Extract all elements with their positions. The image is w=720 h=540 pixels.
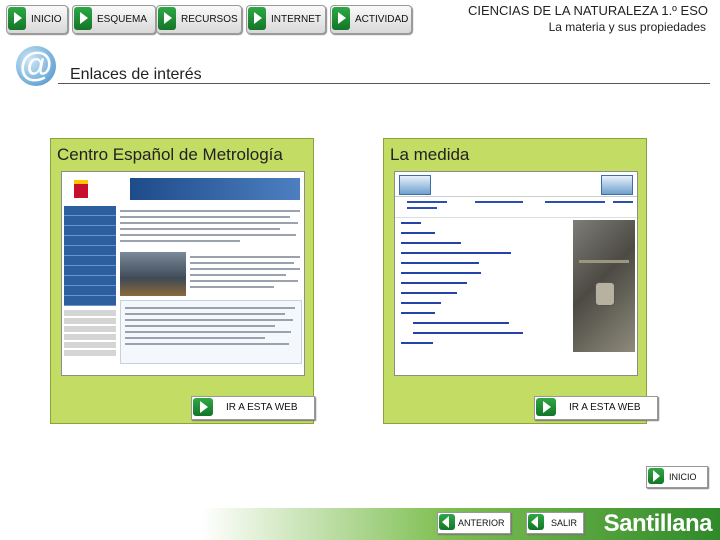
nav-label: ACTIVIDAD [355,14,409,25]
website-header-image [62,172,304,204]
link-card-title: Centro Español de Metrología [57,145,283,164]
nav-internet-button[interactable]: INTERNET [246,5,326,34]
go-button-label: IR A ESTA WEB [226,402,298,413]
play-icon [158,7,176,30]
website-banner [130,178,300,200]
play-icon [648,468,664,484]
go-to-website-button[interactable]: IR A ESTA WEB [191,396,315,420]
play-icon [74,7,92,30]
website-photo [120,252,186,296]
nav-label: INICIO [31,14,62,25]
play-icon [248,7,266,30]
go-button-label: IR A ESTA WEB [569,402,641,413]
link-card-metrologia: Centro Español de Metrología IR A ESTA W… [50,138,315,424]
website-screenshot [394,171,638,376]
inicio-label: INICIO [669,472,697,482]
website-header [395,172,637,197]
nav-esquema-button[interactable]: ESQUEMA [72,5,156,34]
website-sidebar [64,206,116,306]
nav-recursos-button[interactable]: RECURSOS [156,5,242,34]
link-card-title: La medida [390,145,470,164]
back-arrow-icon [528,514,544,530]
nav-actividad-button[interactable]: ACTIVIDAD [330,5,412,34]
inicio-button[interactable]: INICIO [646,466,708,488]
go-to-website-button[interactable]: IR A ESTA WEB [534,396,658,420]
website-sidebar-links [64,308,116,368]
nav-label: RECURSOS [181,14,238,25]
website-topic-list [401,222,571,352]
website-logo [399,175,431,195]
at-sign-icon: @ [16,46,56,86]
page-subtitle: La materia y sus propiedades [548,20,706,34]
play-icon [536,398,556,416]
link-card-la-medida: La medida IR A ESTA WEB [383,138,658,424]
santillana-logo: Santillana [603,510,713,537]
section-divider [58,83,710,84]
website-news-box [120,300,302,364]
nav-inicio-button[interactable]: INICIO [6,5,68,34]
salir-label: SALIR [551,518,578,528]
website-screenshot [61,171,305,376]
section-title: Enlaces de interés [70,66,202,83]
back-arrow-icon [439,514,455,530]
anterior-label: ANTERIOR [458,518,505,528]
nav-label: ESQUEMA [97,14,148,25]
balance-scale-photo [573,220,635,352]
website-logo [601,175,633,195]
coat-of-arms-icon [74,180,88,198]
salir-button[interactable]: SALIR [526,512,584,534]
play-icon [8,7,26,30]
nav-label: INTERNET [271,14,321,25]
play-icon [193,398,213,416]
play-icon [332,7,350,30]
anterior-button[interactable]: ANTERIOR [437,512,511,534]
website-links-bar [395,197,637,218]
page-title: CIENCIAS DE LA NATURALEZA 1.º ESO [467,3,708,18]
